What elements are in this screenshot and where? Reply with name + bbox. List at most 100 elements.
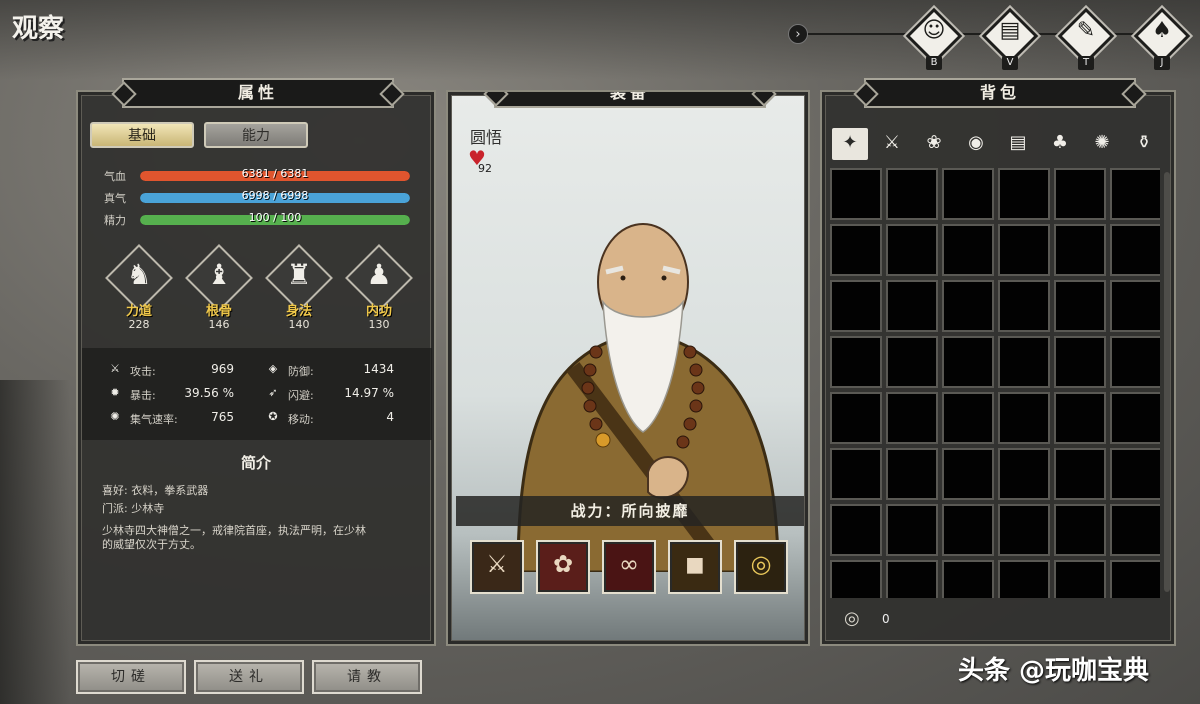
bag-slot[interactable] (830, 392, 882, 444)
bag-slot[interactable] (942, 504, 994, 556)
bag-slot[interactable] (1110, 392, 1160, 444)
bag-slot[interactable] (830, 280, 882, 332)
bag-slot[interactable] (1054, 392, 1106, 444)
bag-slot[interactable] (942, 224, 994, 276)
resource-bar-label: 真气 (104, 192, 126, 205)
stat-0[interactable]: ♞ 力道 228 (104, 244, 174, 342)
bag-slot[interactable] (1110, 224, 1160, 276)
bag-slot[interactable] (998, 224, 1050, 276)
combat-stat-value: 39.56 % (184, 386, 234, 400)
bag-slot[interactable] (1110, 560, 1160, 598)
crit-icon: ✹ (110, 386, 120, 399)
bag-slot[interactable] (830, 448, 882, 500)
bag-slot[interactable] (1110, 168, 1160, 220)
nav-button-t[interactable]: ✎ T (1057, 7, 1115, 70)
bag-slot[interactable] (1054, 560, 1106, 598)
bag-tab-material[interactable]: ✺ (1084, 128, 1120, 160)
bag-slot[interactable] (942, 448, 994, 500)
bag-slot[interactable] (1110, 336, 1160, 388)
stat-3[interactable]: ♟ 内功 130 (344, 244, 414, 342)
hotkey-label: B (926, 56, 942, 70)
bag-scrollbar[interactable] (1164, 172, 1170, 592)
boots-icon: ◼ (685, 550, 705, 578)
bag-slot[interactable] (998, 560, 1050, 598)
bag-slot[interactable] (1054, 336, 1106, 388)
bag-slot[interactable] (830, 560, 882, 598)
bag-tab-book[interactable]: ▤ (1000, 128, 1036, 160)
accessory-icon: ◉ (968, 132, 984, 153)
bag-slot[interactable] (886, 336, 938, 388)
all-items-icon: ✦ (842, 132, 858, 153)
bag-slot[interactable] (1110, 504, 1160, 556)
favor-value: 92 (478, 162, 492, 175)
resource-bar-value: 6381 / 6381 (241, 167, 309, 180)
bag-slot[interactable] (830, 224, 882, 276)
stat-value: 228 (128, 318, 150, 331)
gift-button[interactable]: 送礼 (194, 660, 304, 694)
bag-slot[interactable] (942, 560, 994, 598)
bag-slot[interactable] (998, 280, 1050, 332)
book-icon: ▤ (999, 18, 1021, 43)
bag-slot[interactable] (1054, 448, 1106, 500)
combat-stat-value: 14.97 % (344, 386, 394, 400)
nav-button-b[interactable]: ☺ B (905, 7, 963, 70)
bag-slot[interactable] (886, 392, 938, 444)
bag-slot[interactable] (830, 336, 882, 388)
spar-button[interactable]: 切磋 (76, 660, 186, 694)
equipment-slot[interactable]: ◼ (668, 540, 722, 594)
bag-slot[interactable] (998, 336, 1050, 388)
bag-slot[interactable] (998, 448, 1050, 500)
bag-slot[interactable] (998, 168, 1050, 220)
combat-stat: ➶ 闪避: 14.97 % (266, 386, 394, 404)
bag-slot[interactable] (886, 448, 938, 500)
ring-icon: ◎ (750, 550, 772, 578)
bag-slot[interactable] (1054, 168, 1106, 220)
bag-slot[interactable] (1054, 224, 1106, 276)
resource-bar-value: 6998 / 6998 (241, 189, 309, 202)
tab-ability[interactable]: 能力 (204, 122, 308, 148)
nav-button-j[interactable]: ♠ J (1133, 7, 1191, 70)
robe-armor-icon: ✿ (552, 550, 574, 578)
bag-slot[interactable] (998, 392, 1050, 444)
intro-hobby: 喜好: 衣料，拳系武器 (102, 484, 209, 497)
bag-slot[interactable] (998, 504, 1050, 556)
bag-slot[interactable] (886, 168, 938, 220)
bag-slot[interactable] (886, 504, 938, 556)
bag-slot[interactable] (886, 560, 938, 598)
bag-slot[interactable] (830, 504, 882, 556)
stat-name: 内功 (365, 304, 392, 319)
bag-slot[interactable] (886, 280, 938, 332)
stat-name: 身法 (285, 304, 312, 319)
nav-expand-arrow-icon[interactable]: › (788, 24, 808, 44)
consult-button[interactable]: 请教 (312, 660, 422, 694)
bag-slot[interactable] (1054, 280, 1106, 332)
bag-slot[interactable] (1110, 448, 1160, 500)
bag-slot[interactable] (942, 336, 994, 388)
bag-tab-accessory[interactable]: ◉ (958, 128, 994, 160)
dodge-icon: ➶ (268, 386, 278, 399)
bag-slot[interactable] (830, 168, 882, 220)
equipment-slot[interactable]: ✿ (536, 540, 590, 594)
bag-slot[interactable] (942, 280, 994, 332)
meditation-icon: ♠ (1152, 18, 1172, 43)
bag-slot[interactable] (942, 168, 994, 220)
nav-button-v[interactable]: ▤ V (981, 7, 1039, 70)
bag-tab-armor[interactable]: ❀ (916, 128, 952, 160)
bag-slot[interactable] (1054, 504, 1106, 556)
bag-slot[interactable] (886, 224, 938, 276)
stat-2[interactable]: ♜ 身法 140 (264, 244, 334, 342)
equipment-slot[interactable]: ◎ (734, 540, 788, 594)
stat-1[interactable]: ♝ 根骨 146 (184, 244, 254, 342)
bag-tab-herb[interactable]: ♣ (1042, 128, 1078, 160)
bag-tab-all-items[interactable]: ✦ (832, 128, 868, 160)
bag-tab-weapon[interactable]: ⚔ (874, 128, 910, 160)
tab-basic[interactable]: 基础 (90, 122, 194, 148)
bag-slot[interactable] (1110, 280, 1160, 332)
resource-bar-label: 精力 (104, 214, 126, 227)
combat-stat-label: 移动: (288, 413, 314, 426)
bag-scroll-thumb[interactable] (1164, 172, 1170, 592)
bag-tab-misc[interactable]: ⚱ (1126, 128, 1162, 160)
equipment-slot[interactable]: ∞ (602, 540, 656, 594)
bag-slot[interactable] (942, 392, 994, 444)
equipment-slot[interactable]: ⚔ (470, 540, 524, 594)
